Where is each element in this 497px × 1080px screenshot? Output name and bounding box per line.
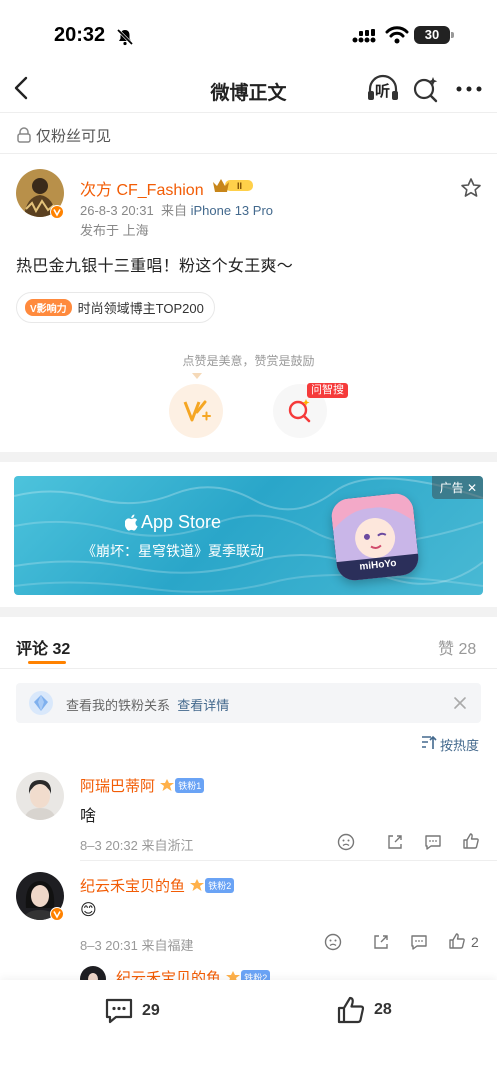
- reply-icon[interactable]: [424, 833, 442, 851]
- vip-crown-icon: II: [211, 176, 255, 194]
- visibility-divider: [0, 153, 497, 154]
- comment-meta: 8–3 20:32 来自浙江: [80, 838, 194, 853]
- tab-comments-count: 32: [52, 641, 71, 658]
- fan-relation-banner[interactable]: 查看我的铁粉关系 查看详情: [16, 683, 481, 723]
- game-icon: miHoYo: [329, 491, 421, 583]
- comment-author-name: 阿瑞巴蒂阿: [80, 778, 156, 795]
- hint-caret-icon: [192, 373, 202, 379]
- influence-label: 时尚领域博主TOP200: [77, 301, 204, 316]
- lock-icon: [15, 126, 33, 144]
- tab-comments[interactable]: 评论 32: [16, 635, 70, 659]
- section-divider: [0, 452, 497, 462]
- fan-banner-label: 查看我的铁粉关系: [66, 698, 171, 713]
- comment-avatar[interactable]: [16, 772, 64, 820]
- reply-icon[interactable]: [410, 933, 428, 951]
- apple-logo-icon: [125, 514, 139, 531]
- like-action[interactable]: 28: [336, 995, 392, 1025]
- verified-badge-icon: [50, 205, 64, 219]
- fan-banner-text: 查看我的铁粉关系 查看详情: [66, 695, 229, 714]
- tab-likes-count: 28: [458, 641, 477, 658]
- comment-divider: [80, 860, 497, 861]
- comment-author[interactable]: 阿瑞巴蒂阿 铁粉1: [80, 775, 205, 796]
- ad-tag[interactable]: 广告 ✕: [431, 476, 483, 499]
- post-text: 热巴金九银十三重唱！粉这个女王爽～: [16, 258, 294, 275]
- section-divider-2: [0, 607, 497, 617]
- ad-store: App Store: [141, 512, 222, 532]
- influence-tag[interactable]: V影响力 时尚领域博主TOP200: [16, 292, 215, 323]
- header-divider: [0, 112, 497, 113]
- status-time: 20:32: [54, 24, 106, 46]
- fan-level-icon: [189, 878, 205, 892]
- reward-button[interactable]: [169, 384, 223, 438]
- tabs-divider: [0, 668, 497, 669]
- ad-text: 《崩坏：星穹铁道》夏季联动: [82, 543, 264, 559]
- battery-indicator: 30: [414, 26, 454, 44]
- tab-comments-label: 评论: [16, 641, 49, 658]
- sort-label[interactable]: 按热度: [440, 735, 479, 754]
- svg-text:II: II: [237, 181, 242, 191]
- verified-badge-icon: [50, 907, 64, 921]
- influence-badge: V影响力: [25, 299, 72, 316]
- like-icon[interactable]: [462, 832, 480, 850]
- fan-badge: 铁粉2: [205, 878, 235, 893]
- share-icon[interactable]: [386, 833, 404, 851]
- share-icon[interactable]: [372, 933, 390, 951]
- wenzhi-tag: 问智搜: [307, 383, 348, 398]
- fan-badge: 铁粉1: [175, 778, 205, 793]
- comment-action[interactable]: 29: [104, 997, 160, 1025]
- sort-icon[interactable]: [421, 735, 437, 751]
- tab-likes[interactable]: 赞 28: [438, 635, 476, 659]
- fan-level-icon: [159, 778, 175, 792]
- author-name[interactable]: 次方 CF_Fashion: [80, 176, 204, 200]
- favorite-star-icon[interactable]: [460, 177, 482, 199]
- source-prefix: 来自: [160, 203, 187, 218]
- bottom-action-bar: 29 28: [0, 980, 497, 1080]
- comment-text: 😊: [80, 902, 97, 919]
- like-count: 2: [471, 934, 479, 950]
- tab-likes-label: 赞: [438, 641, 455, 658]
- tab-active-indicator: [28, 661, 66, 664]
- comment-author[interactable]: 纪云禾宝贝的鱼 铁粉2: [80, 875, 235, 896]
- wifi-icon: [385, 26, 409, 44]
- comment-count: 29: [142, 1002, 160, 1019]
- dislike-face-icon[interactable]: [337, 833, 355, 851]
- comment-icon: [105, 998, 133, 1024]
- diamond-icon: [28, 690, 54, 716]
- like-hint: 点赞是美意，赞赏是鼓励: [182, 354, 315, 368]
- fan-banner-link[interactable]: 查看详情: [177, 698, 229, 713]
- comment-text: 啥: [80, 808, 97, 825]
- listen-label: 听: [375, 83, 391, 100]
- post-date: 26-8-3 20:31: [80, 203, 154, 218]
- dislike-face-icon[interactable]: [324, 933, 342, 951]
- post-location: 发布于 上海: [80, 223, 149, 238]
- like-count: 28: [374, 1001, 392, 1018]
- comment-meta: 8–3 20:31 来自福建: [80, 938, 194, 953]
- more-icon[interactable]: [456, 86, 482, 92]
- close-icon[interactable]: [453, 696, 467, 710]
- bell-muted-icon: [116, 28, 134, 46]
- device-link[interactable]: iPhone 13 Pro: [191, 203, 273, 218]
- post-meta: 26-8-3 20:31 来自 iPhone 13 Pro: [80, 200, 273, 219]
- signal-icon: [352, 28, 378, 44]
- ai-search-button[interactable]: [412, 76, 440, 104]
- listen-button[interactable]: 听: [366, 74, 400, 104]
- thumbs-up-icon: [337, 996, 365, 1024]
- like-icon[interactable]: [448, 932, 466, 950]
- ad-banner[interactable]: 广告 ✕ App Store 《崩坏：星穹铁道》夏季联动 miHoYo: [14, 476, 483, 595]
- comment-author-name: 纪云禾宝贝的鱼: [80, 878, 186, 895]
- visibility-label: 仅粉丝可见: [36, 128, 112, 145]
